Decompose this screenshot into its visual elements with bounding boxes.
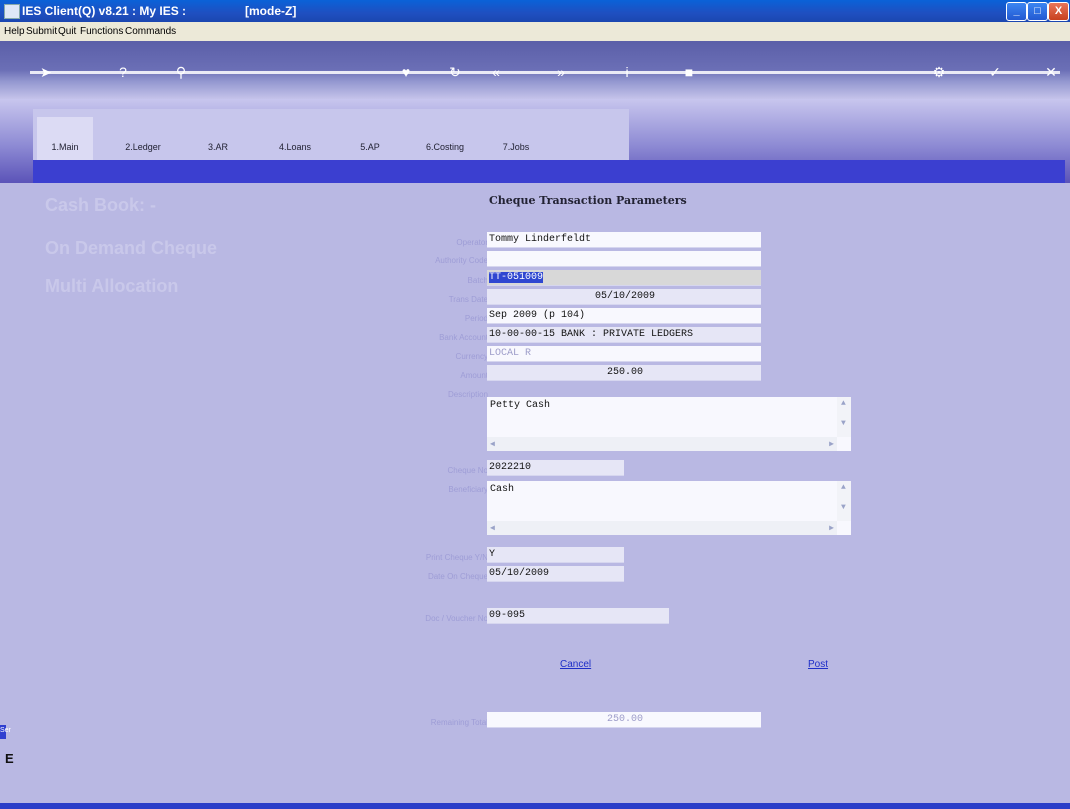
window-title: IES Client(Q) v8.21 : My IES :: [22, 4, 187, 18]
window-mode: [mode-Z]: [245, 4, 297, 18]
remaining-total-field: 250.00: [487, 712, 761, 728]
print-cheque-field[interactable]: Y: [487, 547, 624, 563]
multi-allocation-title: Multi Allocation: [45, 276, 179, 296]
beneficiary-text: Cash: [490, 484, 515, 495]
tab-loans[interactable]: 4.Loans: [267, 117, 323, 162]
batch-value: TT-051009: [489, 272, 544, 283]
doc-voucher-label: Doc / Voucher No: [425, 614, 488, 623]
ok-icon[interactable]: ✓: [985, 62, 1005, 82]
operator-field[interactable]: Tommy Linderfeldt: [487, 232, 761, 248]
batch-field[interactable]: TT-051009: [487, 270, 761, 286]
authority-code-field[interactable]: [487, 251, 761, 267]
cash-book-title: Cash Book: -: [45, 195, 157, 215]
stop-icon[interactable]: ■: [679, 62, 699, 82]
authority-code-label: Authority Code: [435, 256, 488, 265]
currency-field[interactable]: LOCAL R: [487, 346, 761, 362]
on-demand-cheque-title: On Demand Cheque: [45, 238, 218, 258]
post-link[interactable]: Post: [808, 659, 828, 670]
cancel-link[interactable]: Cancel: [560, 659, 591, 670]
settings-icon[interactable]: ⚙: [929, 62, 949, 82]
menu-submit[interactable]: Submit: [26, 26, 57, 37]
beneficiary-vscroll[interactable]: ▲ ▼: [837, 481, 851, 521]
maximize-button[interactable]: □: [1027, 2, 1048, 21]
menu-commands[interactable]: Commands: [125, 26, 176, 37]
tab-strip: 1.Main 2.Ledger 3.AR 4.Loans 5.AP 6.Cost…: [33, 109, 629, 164]
app-icon: [4, 4, 20, 19]
title-bar: IES Client(Q) v8.21 : My IES : [mode-Z] …: [0, 0, 1070, 22]
print-cheque-label: Print Cheque Y/N: [425, 553, 488, 562]
tab-ledger[interactable]: 2.Ledger: [115, 117, 171, 162]
favorite-icon[interactable]: ♥: [396, 62, 416, 82]
description-vscroll[interactable]: ▲ ▼: [837, 397, 851, 437]
description-hscroll[interactable]: ◀ ▶: [487, 437, 837, 451]
batch-label: Batch: [467, 276, 488, 285]
amount-field[interactable]: 250.00: [487, 365, 761, 381]
rewind-icon[interactable]: «: [486, 62, 506, 82]
description-text: Petty Cash: [490, 400, 551, 411]
close-icon[interactable]: ✕: [1041, 62, 1061, 82]
close-window-button[interactable]: X: [1048, 2, 1069, 21]
doc-voucher-field[interactable]: 09-095: [487, 608, 669, 624]
operator-label: Operator: [456, 238, 488, 247]
tab-jobs[interactable]: 7.Jobs: [491, 117, 541, 162]
minimize-button[interactable]: _: [1006, 2, 1027, 21]
tab-main[interactable]: 1.Main: [37, 117, 93, 162]
tab-ap[interactable]: 5.AP: [345, 117, 395, 162]
side-panel-label: Ser: [0, 727, 11, 734]
beneficiary-hscroll[interactable]: ◀ ▶: [487, 521, 837, 535]
date-on-cheque-field[interactable]: 05/10/2009: [487, 566, 624, 582]
bank-account-field[interactable]: 10-00-00-15 BANK : PRIVATE LEDGERS: [487, 327, 761, 343]
cheque-no-field[interactable]: 2022210: [487, 460, 624, 476]
forward-icon[interactable]: »: [551, 62, 571, 82]
refresh-icon[interactable]: ↻: [445, 62, 465, 82]
toolbar: ➤ ? ⚲ ♥ ↻ « » i ■ ⚙ ✓ ✕: [0, 41, 1070, 99]
menu-functions[interactable]: Functions: [80, 26, 123, 37]
beneficiary-label: Beneficiary: [448, 485, 488, 494]
search-icon[interactable]: ⚲: [171, 62, 191, 82]
description-label: Description: [447, 390, 488, 399]
help-icon[interactable]: ?: [113, 62, 133, 82]
bottom-bar: [0, 803, 1070, 809]
date-on-cheque-label: Date On Cheque: [427, 572, 488, 581]
description-textarea[interactable]: Petty Cash ▲ ▼ ◀ ▶: [487, 397, 851, 451]
menu-quit[interactable]: Quit: [58, 26, 76, 37]
menu-help[interactable]: Help: [4, 26, 25, 37]
side-marker: E: [5, 751, 14, 766]
tab-ar[interactable]: 3.AR: [193, 117, 243, 162]
section-bar: [33, 160, 1065, 183]
period-label: Period: [464, 314, 488, 323]
pointer-icon[interactable]: ➤: [36, 62, 56, 82]
period-field[interactable]: Sep 2009 (p 104): [487, 308, 761, 324]
amount-label: Amount: [460, 371, 488, 380]
bank-account-label: Bank Account: [439, 333, 488, 342]
beneficiary-textarea[interactable]: Cash ▲ ▼ ◀ ▶: [487, 481, 851, 535]
currency-label: Currency: [455, 352, 488, 361]
trans-date-field[interactable]: 05/10/2009: [487, 289, 761, 305]
info-icon[interactable]: i: [617, 62, 637, 82]
remaining-total-label: Remaining Total: [430, 718, 488, 727]
form-title: Cheque Transaction Parameters: [489, 194, 687, 207]
cheque-no-label: Cheque No: [447, 466, 488, 475]
tab-costing[interactable]: 6.Costing: [417, 117, 473, 162]
menu-bar: Help Submit Quit Functions Commands: [0, 22, 1070, 41]
trans-date-label: Trans Date: [448, 295, 488, 304]
